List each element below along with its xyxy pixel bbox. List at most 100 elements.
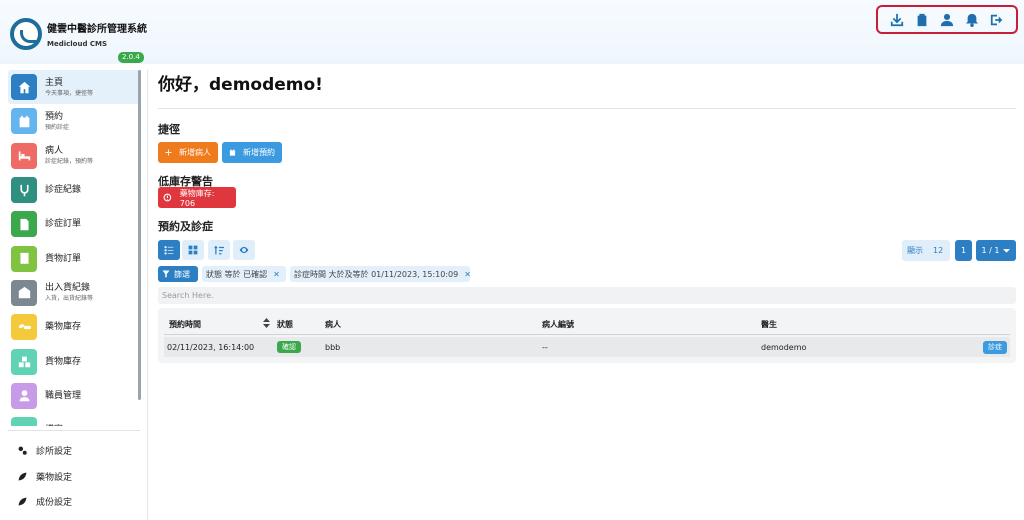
sidebar-item-text: 藥物庫存 [45,321,81,333]
sidebar-item-description: 診症紀錄，預約等 [45,158,94,166]
low-stock-badge[interactable]: 藥物庫存: 706 [158,187,236,208]
header-time[interactable]: 預約時間 [169,319,201,330]
eye-icon [239,246,249,254]
top-action-group [876,5,1018,34]
sidebar-item-text: 診症紀錄 [45,184,81,196]
download-icon[interactable] [890,13,904,27]
sidebar-item-text: 診症訂單 [45,218,81,230]
page-size-display: 顯示 12 [902,240,950,261]
sidebar-item-text: 病人 診症紀錄，預約等 [45,145,93,166]
list-icon [164,246,174,255]
new-patient-label: 新增病人 [179,148,211,157]
sidebar-item-label: 貨物訂單 [45,253,82,264]
sidebar-item-text: 預約 預約診症 [45,111,69,132]
staff-icon [11,382,37,409]
close-icon[interactable]: ✕ [464,270,471,279]
sidebar-item-label: 職員管理 [45,390,82,401]
top-bar: 健雲中醫診所管理系統 Medicloud CMS 2.0.4 [0,0,1024,64]
table-row[interactable]: 02/11/2023, 16:14:00 確認 bbb -- demodemo … [164,337,1010,357]
status-filter-text: 狀態 等於 已確認 [206,269,268,279]
status-badge: 確認 [277,341,301,353]
boxes-icon [11,348,37,375]
sidebar-item-label: 診症紀錄 [45,185,82,196]
new-patient-button[interactable]: 新增病人 [158,142,218,163]
sidebar-item-text: 貨物訂單 [45,253,81,265]
filter-button[interactable]: 篩選 [158,266,198,282]
visibility-button[interactable] [233,240,255,260]
sidebar-item-description: 今天事項，捷徑等 [45,89,94,97]
sidebar-item-label: 診症訂單 [45,219,82,230]
sidebar-item-label: 病人 [45,146,64,157]
home-icon [11,74,37,101]
sidebar-setting-medicine[interactable]: 藥物設定 [18,468,72,484]
sidebar-item-label: 檔案 [45,424,63,426]
header-doctor: 醫生 [761,320,777,329]
bell-icon[interactable] [965,13,979,27]
appointments-table: 預約時間 狀態 病人 病人編號 醫生 02/11/2023, 16:14:00 … [158,308,1016,363]
sidebar-item-7[interactable]: 出入貨紀錄 入貨，出貨紀錄等 [8,276,140,310]
sidebar-item-9[interactable]: 貨物庫存 [8,344,140,378]
logout-icon[interactable] [990,13,1004,27]
time-filter-text: 診症時間 大於及等於 01/11/2023, 15:10:09 [294,269,459,279]
sidebar-item-11[interactable]: 檔案 [8,413,140,426]
page-title: 你好，demodemo! [158,75,323,95]
cell-patient-number: -- [542,343,548,352]
caret-down-icon [1003,249,1011,253]
list-view-button[interactable] [158,240,180,260]
header-status: 狀態 [277,320,293,329]
main-content: 你好，demodemo! 捷徑 新增病人 新增預約 低庫存警告 藥物庫存: 70… [158,64,1016,520]
new-appointment-label: 新增預約 [243,148,275,157]
sidebar-item-text: 貨物庫存 [45,356,81,368]
appointments-title: 預約及診症 [158,220,213,233]
filter-label: 篩選 [174,269,190,279]
sidebar-item-6[interactable]: 貨物訂單 [8,241,140,275]
filter-icon [162,270,170,278]
brand[interactable]: 健雲中醫診所管理系統 Medicloud CMS 2.0.4 [10,14,147,66]
app-subtitle: Medicloud CMS [47,40,108,48]
app-title: 健雲中醫診所管理系統 [47,24,147,35]
user-icon[interactable] [940,13,954,27]
page-size-label: 顯示 [907,246,923,255]
warehouse-icon [11,279,37,306]
page-select-dropdown[interactable]: 1 / 1 [976,240,1016,261]
sidebar-item-4[interactable]: 診症紀錄 [8,173,140,207]
document-icon [11,211,37,238]
receipt-icon [11,245,37,272]
sort-button[interactable] [208,240,230,260]
bed-icon [11,142,37,169]
page-select-label: 1 / 1 [981,246,1000,255]
close-icon[interactable]: ✕ [273,270,280,279]
sidebar-item-5[interactable]: 診症訂單 [8,207,140,241]
sidebar-scrollbar[interactable] [138,70,141,400]
sort-arrows-icon[interactable] [263,318,270,328]
page-size-value: 12 [933,246,944,255]
sidebar-nav: 主頁 今天事項，捷徑等 預約 預約診症 病人 診症紀錄，預約等 診症紀錄 診症訂單 貨物訂單 出入… [8,70,140,426]
sidebar-item-10[interactable]: 職員管理 [8,379,140,413]
app-window: 健雲中醫診所管理系統 Medicloud CMS 2.0.4 主頁 今天事項，捷徑… [0,0,1024,520]
sidebar-item-description: 入貨，出貨紀錄等 [45,295,94,303]
sidebar-item-3[interactable]: 病人 診症紀錄，預約等 [8,139,140,173]
setting-label: 藥物設定 [36,472,73,483]
setting-label: 成份設定 [36,497,73,508]
sidebar-setting-ingredient[interactable]: 成份設定 [18,493,72,509]
search-input[interactable] [158,287,1016,304]
clipboard-icon[interactable] [915,13,929,27]
sidebar-item-label: 預約 [45,111,64,122]
folder-icon [11,417,37,426]
header-divider [164,334,1010,335]
sidebar-item-text: 檔案 [45,424,63,426]
sidebar-item-label: 藥物庫存 [45,322,82,333]
consult-button[interactable]: 診症 [983,341,1007,354]
sidebar-setting-clinic[interactable]: 診所設定 [18,442,72,458]
sidebar-item-label: 主頁 [45,77,64,88]
new-appointment-button[interactable]: 新增預約 [222,142,282,163]
sidebar-item-2[interactable]: 預約 預約診症 [8,104,140,138]
sidebar-item-1[interactable]: 主頁 今天事項，捷徑等 [8,70,140,105]
sidebar-item-8[interactable]: 藥物庫存 [8,310,140,344]
leaf-icon [18,472,27,480]
grid-view-button[interactable] [182,240,204,260]
cell-time: 02/11/2023, 16:14:00 [167,343,255,352]
sidebar: 主頁 今天事項，捷徑等 預約 預約診症 病人 診症紀錄，預約等 診症紀錄 診症訂單 貨物訂單 出入… [0,70,148,520]
current-page-button[interactable]: 1 [955,240,972,261]
pills-icon [11,314,37,341]
